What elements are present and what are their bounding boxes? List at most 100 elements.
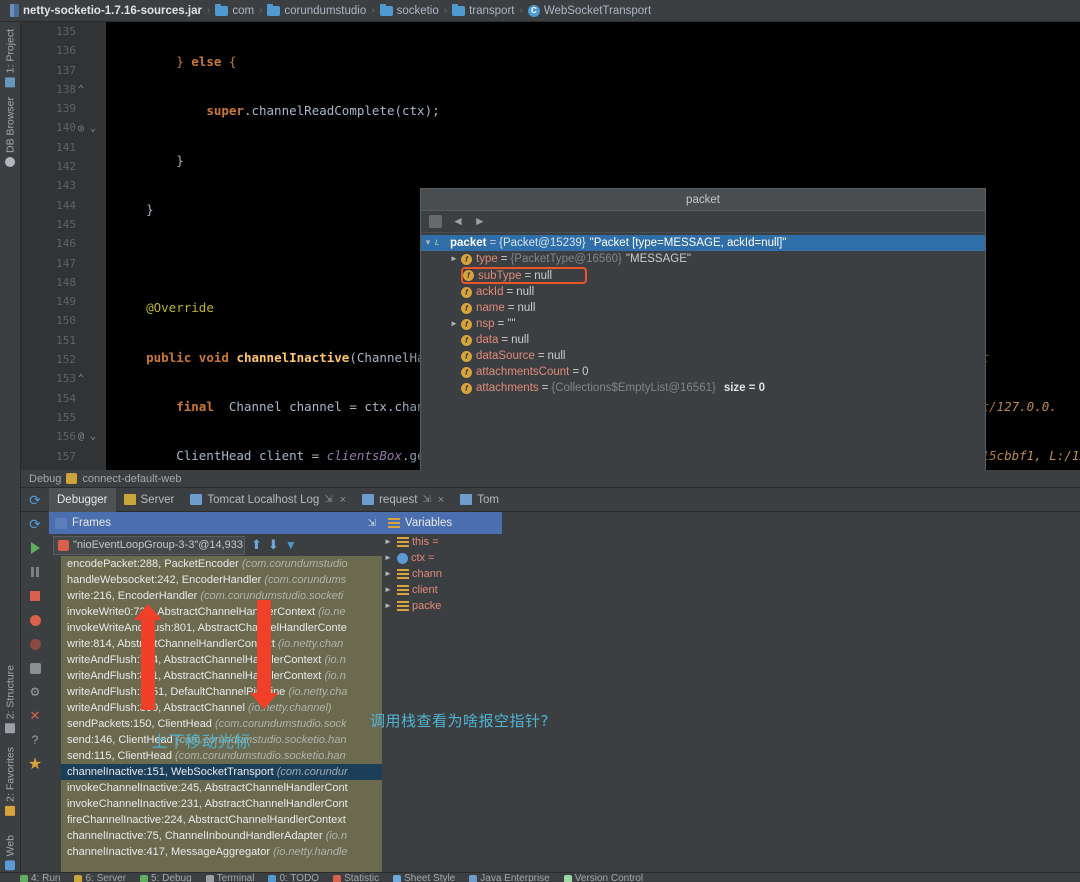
close-icon[interactable]: ✕ bbox=[21, 704, 49, 728]
tab-debugger[interactable]: Debugger bbox=[49, 487, 116, 512]
help-icon[interactable]: ? bbox=[21, 728, 49, 752]
pin-icon[interactable]: ⇲ bbox=[368, 518, 376, 529]
tab-tomcat-localhost-log[interactable]: Tomcat Localhost Log ⇲ × bbox=[182, 488, 354, 512]
breadcrumb-item-corundumstudio[interactable]: corundumstudio bbox=[263, 3, 370, 17]
variable-tree[interactable]: ▼ ʟ packet = {Packet@15239} "Packet [typ… bbox=[421, 233, 985, 396]
tree-row[interactable]: f attachmentsCount = 0 bbox=[421, 364, 985, 380]
debug-tab-bar[interactable]: Debugger Server Tomcat Localhost Log ⇲ ×… bbox=[21, 487, 1080, 512]
chevron-right-icon[interactable]: ► bbox=[382, 550, 394, 566]
chevron-right-icon[interactable]: ► bbox=[382, 534, 394, 550]
pin-icon[interactable]: ⇲ bbox=[422, 494, 430, 505]
editor-gutter[interactable]: 135 136 137 138 139 140 141 142 143 144 … bbox=[21, 22, 106, 470]
variables-list[interactable]: ► this = ► ctx = ► chann ► client ► pack… bbox=[382, 534, 502, 634]
settings-icon[interactable]: ⚙ bbox=[21, 680, 49, 704]
status-item-version-control[interactable]: Version Control bbox=[563, 873, 643, 882]
fold-marker-icon[interactable]: ⌃ bbox=[78, 369, 100, 388]
frame-row[interactable]: encodePacket:288, PacketEncoder (com.cor… bbox=[61, 556, 382, 572]
status-item-debug[interactable]: 5: Debug bbox=[140, 873, 192, 882]
move-down-icon[interactable]: ⬇ bbox=[268, 537, 279, 553]
chevron-right-icon[interactable]: ► bbox=[382, 566, 394, 582]
chevron-right-icon[interactable]: ► bbox=[447, 251, 461, 267]
frame-row[interactable]: channelInactive:417, MessageAggregator (… bbox=[61, 844, 382, 860]
mute-breakpoints-icon[interactable] bbox=[21, 632, 49, 656]
tree-row-subtype-highlighted[interactable]: f subType = null bbox=[461, 267, 587, 284]
frame-row[interactable]: invokeChannelInactive:245, AbstractChann… bbox=[61, 780, 382, 796]
status-item-java-enterprise[interactable]: Java Enterprise bbox=[469, 873, 550, 882]
frame-row[interactable]: writeAndFlush:1051, DefaultChannelPipeli… bbox=[61, 684, 382, 700]
chevron-right-icon[interactable]: ► bbox=[382, 582, 394, 598]
tab-server[interactable]: Server bbox=[116, 488, 183, 512]
forward-arrow-icon[interactable]: ► bbox=[474, 215, 486, 228]
thread-selector-bar[interactable]: "nioEventLoopGroup-3-3"@14,933... ▼ ⬆ ⬇ … bbox=[49, 534, 382, 556]
thread-dropdown[interactable]: "nioEventLoopGroup-3-3"@14,933... ▼ bbox=[53, 535, 245, 555]
variable-row[interactable]: ► ctx = bbox=[382, 550, 502, 566]
frame-row[interactable]: invokeWrite0:738, AbstractChannelHandler… bbox=[61, 604, 382, 620]
frame-row[interactable]: fireChannelInactive:224, AbstractChannel… bbox=[61, 812, 382, 828]
frame-row[interactable]: writeAndFlush:300, AbstractChannel (io.n… bbox=[61, 700, 382, 716]
frame-row[interactable]: invokeWriteAndFlush:801, AbstractChannel… bbox=[61, 620, 382, 636]
variables-panel-header[interactable]: Variables bbox=[382, 512, 502, 534]
move-up-icon[interactable]: ⬆ bbox=[251, 537, 262, 553]
breadcrumb-item-jar[interactable]: netty-socketio-1.7.16-sources.jar bbox=[6, 4, 206, 17]
frame-row-selected[interactable]: channelInactive:151, WebSocketTransport … bbox=[61, 764, 382, 780]
status-item-server[interactable]: 6: Server bbox=[74, 873, 126, 882]
tab-request[interactable]: request ⇲ × bbox=[354, 488, 452, 512]
frame-row[interactable]: handleWebsocket:242, EncoderHandler (com… bbox=[61, 572, 382, 588]
status-item-sheet-style[interactable]: Sheet Style bbox=[393, 873, 455, 882]
tree-row[interactable]: f dataSource = null bbox=[421, 348, 985, 364]
pin-icon[interactable]: ⇲ bbox=[324, 494, 332, 505]
tree-row[interactable]: f attachments = {Collections$EmptyList@1… bbox=[421, 380, 985, 396]
tab-tomcat[interactable]: Tom bbox=[452, 488, 507, 512]
play-icon[interactable] bbox=[21, 536, 49, 560]
variable-row[interactable]: ► chann bbox=[382, 566, 502, 582]
camera-icon[interactable] bbox=[21, 656, 49, 680]
sidebar-item-structure[interactable]: 2: Structure bbox=[1, 662, 20, 736]
status-bar[interactable]: 4: Run 6: Server 5: Debug Terminal 0: TO… bbox=[0, 872, 1080, 882]
sidebar-item-project[interactable]: 1: Project bbox=[1, 26, 20, 90]
frame-row[interactable]: writeAndFlush:794, AbstractChannelHandle… bbox=[61, 652, 382, 668]
variable-row[interactable]: ► packe bbox=[382, 598, 502, 614]
fold-marker-icon[interactable]: ⌃ bbox=[78, 80, 100, 99]
rerun-icon[interactable]: ⟳ bbox=[21, 512, 49, 536]
breadcrumb-item-com[interactable]: com bbox=[211, 3, 258, 17]
stop-icon[interactable] bbox=[21, 584, 49, 608]
tree-row[interactable]: f data = null bbox=[421, 332, 985, 348]
variable-row[interactable]: ► this = bbox=[382, 534, 502, 550]
debug-side-toolbar[interactable]: ⟳ ⟳ ⚙ ✕ ? ★ bbox=[21, 488, 49, 882]
back-arrow-icon[interactable]: ◄ bbox=[452, 215, 464, 228]
debug-tool-window[interactable]: Debug connect-default-web Debugger Serve… bbox=[21, 470, 1080, 882]
breadcrumb-item-websockettransport[interactable]: C WebSocketTransport bbox=[524, 4, 655, 17]
frame-row[interactable]: invokeChannelInactive:231, AbstractChann… bbox=[61, 796, 382, 812]
pause-program-icon[interactable] bbox=[21, 560, 49, 584]
status-item-statistic[interactable]: Statistic bbox=[333, 873, 379, 882]
close-icon[interactable]: × bbox=[436, 494, 444, 506]
chevron-down-icon[interactable]: ▼ bbox=[421, 235, 435, 251]
star-icon[interactable]: ★ bbox=[21, 752, 49, 776]
tree-row[interactable]: ► f type = {PacketType@16560} "MESSAGE" bbox=[421, 251, 985, 267]
tree-row[interactable]: f name = null bbox=[421, 300, 985, 316]
chevron-right-icon[interactable]: ► bbox=[447, 316, 461, 332]
frame-row[interactable]: write:814, AbstractChannelHandlerContext… bbox=[61, 636, 382, 652]
call-stack-frames-list[interactable]: encodePacket:288, PacketEncoder (com.cor… bbox=[61, 556, 382, 882]
breadcrumb-item-socketio[interactable]: socketio bbox=[376, 3, 443, 17]
variable-row[interactable]: ► client bbox=[382, 582, 502, 598]
override-marker-icon[interactable]: @ ⌄ bbox=[78, 427, 100, 446]
frames-panel-header[interactable]: Frames ⇲ bbox=[49, 512, 382, 534]
sidebar-item-favorites[interactable]: 2: Favorites bbox=[1, 744, 20, 819]
frame-row[interactable]: write:216, EncoderHandler (com.corundums… bbox=[61, 588, 382, 604]
resume-program-icon[interactable]: ⟳ bbox=[21, 488, 49, 512]
tree-row[interactable]: ▼ ʟ packet = {Packet@15239} "Packet [typ… bbox=[421, 235, 985, 251]
breadcrumb-item-transport[interactable]: transport bbox=[448, 3, 518, 17]
status-item-todo[interactable]: 0: TODO bbox=[268, 873, 319, 882]
add-to-watches-icon[interactable] bbox=[429, 215, 442, 228]
tree-row[interactable]: ► f nsp = "" bbox=[421, 316, 985, 332]
tree-row[interactable]: f ackId = null bbox=[421, 284, 985, 300]
filter-icon[interactable]: ▼ bbox=[285, 538, 297, 552]
close-icon[interactable]: × bbox=[338, 494, 346, 506]
override-marker-icon[interactable]: ◎ ⌄ bbox=[78, 119, 100, 138]
sidebar-item-db-browser[interactable]: DB Browser bbox=[1, 94, 20, 170]
view-breakpoints-icon[interactable] bbox=[21, 608, 49, 632]
status-item-run[interactable]: 4: Run bbox=[20, 873, 60, 882]
frame-row[interactable]: channelInactive:75, ChannelInboundHandle… bbox=[61, 828, 382, 844]
chevron-right-icon[interactable]: ► bbox=[382, 598, 394, 614]
